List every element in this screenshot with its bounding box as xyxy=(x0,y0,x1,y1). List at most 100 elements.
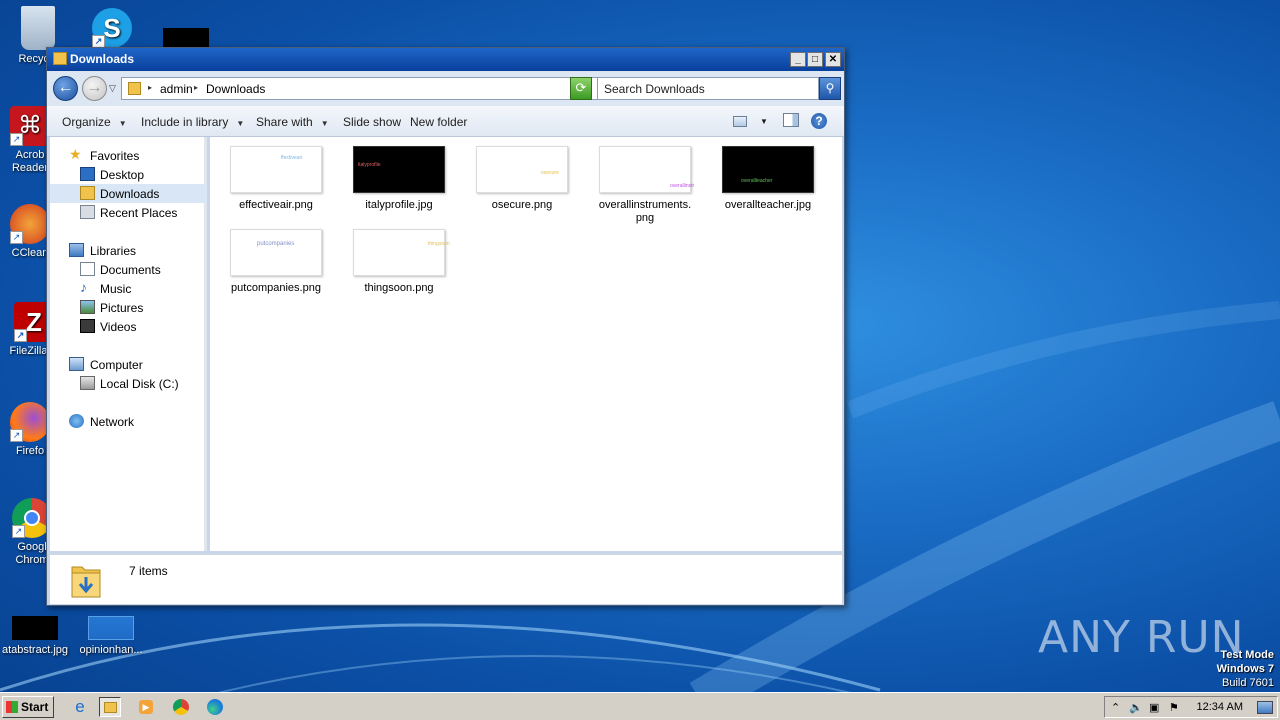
nav-label: Favorites xyxy=(90,149,140,163)
close-button[interactable]: ✕ xyxy=(825,52,841,67)
nav-network[interactable]: Network xyxy=(50,412,207,431)
slide-show-button[interactable]: Slide show xyxy=(343,115,401,129)
documents-icon xyxy=(80,262,95,276)
edge-icon[interactable] xyxy=(204,697,226,717)
action-center-flag-icon[interactable]: ⚑ xyxy=(1169,701,1179,714)
file-name: osecure.png xyxy=(491,199,553,211)
chevron-right-icon[interactable]: ▸ xyxy=(148,83,152,92)
nav-computer[interactable]: Computer xyxy=(50,355,207,374)
nav-music[interactable]: ♪ Music xyxy=(50,279,207,298)
start-button[interactable]: Start xyxy=(2,696,54,718)
acrobat-icon: ⌘ ↗ xyxy=(10,106,50,146)
file-name: thingsoon.png xyxy=(364,282,434,294)
shortcut-arrow-icon: ↗ xyxy=(14,329,27,342)
folder-icon xyxy=(104,702,117,713)
nav-recent-places[interactable]: Recent Places xyxy=(50,203,207,222)
file-name: overallinstruments. png xyxy=(598,199,692,224)
file-item[interactable]: thingsoon thingsoon.png xyxy=(344,229,454,295)
recent-pages-chevron-icon[interactable]: ▽ xyxy=(109,83,116,94)
organize-label: Organize xyxy=(62,115,111,129)
nav-videos[interactable]: Videos xyxy=(50,317,207,336)
share-with-label: Share with xyxy=(256,115,313,129)
windows-watermark: Test Mode Windows 7 Build 7601 xyxy=(1217,648,1274,690)
nav-documents[interactable]: Documents xyxy=(50,260,207,279)
nav-libraries[interactable]: Libraries xyxy=(50,241,207,260)
nav-downloads[interactable]: Downloads xyxy=(50,184,207,203)
new-folder-button[interactable]: New folder xyxy=(410,115,467,129)
include-in-library-label: Include in library xyxy=(141,115,229,129)
pictures-icon xyxy=(80,300,95,314)
media-player-icon[interactable]: ▶ xyxy=(136,697,158,717)
nav-label: Music xyxy=(100,282,132,296)
thumbnail-text: italyprofile xyxy=(358,162,381,168)
search-input[interactable]: Search Downloads xyxy=(597,77,819,100)
back-button[interactable]: ← xyxy=(53,76,78,101)
include-in-library-menu[interactable]: Include in library ▼ xyxy=(141,115,244,129)
share-with-menu[interactable]: Share with ▼ xyxy=(256,115,329,129)
desktop-icon-opinionhan[interactable]: opinionhan... xyxy=(73,616,149,657)
nav-label: Pictures xyxy=(100,301,144,315)
desktop-icon-label: opinionhan... xyxy=(79,644,143,656)
nav-label: Libraries xyxy=(90,244,137,258)
libraries-icon xyxy=(69,243,84,257)
preview-pane-icon[interactable] xyxy=(783,113,799,127)
thumbnail-text: osecure xyxy=(541,170,559,176)
thumbnail-text: overallteacher xyxy=(741,178,773,184)
chrome-icon[interactable] xyxy=(170,697,192,717)
folder-icon xyxy=(53,52,67,65)
file-item[interactable]: osecure osecure.png xyxy=(467,146,577,212)
nav-label: Desktop xyxy=(100,168,145,182)
nav-label: Local Disk (C:) xyxy=(100,377,179,391)
computer-icon xyxy=(69,357,84,371)
breadcrumb-downloads[interactable]: Downloads xyxy=(206,82,265,96)
nav-desktop[interactable]: Desktop xyxy=(50,165,207,184)
firefox-icon: ↗ xyxy=(10,402,50,442)
explorer-taskbar-button[interactable] xyxy=(99,697,121,717)
nav-local-disk[interactable]: Local Disk (C:) xyxy=(50,374,207,393)
file-item[interactable]: italyprofile italyprofile.jpg xyxy=(344,146,454,212)
videos-icon xyxy=(80,319,95,333)
file-item[interactable]: overallteacher overallteacher.jpg xyxy=(713,146,823,212)
forward-button[interactable]: → xyxy=(82,76,107,101)
internet-explorer-icon[interactable]: e xyxy=(69,697,91,717)
image-thumbnail: overallinstr xyxy=(599,146,695,193)
start-label: Start xyxy=(21,700,49,714)
view-dropdown-icon[interactable]: ▼ xyxy=(760,117,768,126)
local-disk-icon xyxy=(80,376,95,390)
minimize-button[interactable]: _ xyxy=(790,52,806,67)
desktop-icon-skype[interactable]: S ↗ xyxy=(74,8,150,51)
search-icon[interactable]: ⚲ xyxy=(819,77,841,100)
maximize-button[interactable]: □ xyxy=(807,52,823,67)
nav-favorites[interactable]: ★ Favorites xyxy=(50,146,207,165)
breadcrumb-admin[interactable]: admin xyxy=(160,82,193,96)
nav-pictures[interactable]: Pictures xyxy=(50,298,207,317)
explorer-window: Downloads _ □ ✕ ← → ▽ ▸ admin ▸ Download… xyxy=(46,47,845,606)
nav-label: Downloads xyxy=(100,187,160,201)
nav-label: Computer xyxy=(90,358,143,372)
refresh-button[interactable]: ⟳ xyxy=(570,77,592,100)
file-list: ffectiveair effectiveair.png italyprofil… xyxy=(210,137,842,551)
file-item[interactable]: ffectiveair effectiveair.png xyxy=(221,146,331,212)
image-thumbnail: osecure xyxy=(476,146,568,193)
address-bar[interactable]: ▸ admin ▸ Downloads ▼ xyxy=(121,77,613,100)
show-desktop-button[interactable] xyxy=(1257,701,1273,714)
organize-menu[interactable]: Organize ▼ xyxy=(62,115,127,129)
volume-icon[interactable]: 🔈 xyxy=(1129,701,1143,714)
image-thumbnail: overallteacher xyxy=(722,146,814,193)
show-hidden-icons-icon[interactable]: ⌃ xyxy=(1111,701,1120,714)
desktop-icon-atabstract[interactable]: atabstract.jpg xyxy=(0,616,73,657)
title-bar[interactable]: Downloads _ □ ✕ xyxy=(47,48,844,71)
skype-icon: S ↗ xyxy=(92,8,132,48)
view-options-icon[interactable] xyxy=(733,116,747,127)
navigation-pane: ★ Favorites Desktop Downloads Recent Pla… xyxy=(50,137,207,551)
image-thumbnail: putcompanies xyxy=(230,229,322,276)
chevron-right-icon[interactable]: ▸ xyxy=(194,83,198,92)
star-icon: ★ xyxy=(69,146,82,162)
file-item[interactable]: overallinstr overallinstruments. png xyxy=(590,146,700,225)
clock[interactable]: 12:34 AM xyxy=(1197,701,1243,713)
network-tray-icon[interactable]: ▣ xyxy=(1149,701,1159,714)
file-item[interactable]: putcompanies putcompanies.png xyxy=(221,229,331,295)
watermark-build: Build 7601 xyxy=(1222,677,1274,689)
help-icon[interactable]: ? xyxy=(811,113,827,129)
thumbnail-text: overallinstr xyxy=(670,183,695,189)
